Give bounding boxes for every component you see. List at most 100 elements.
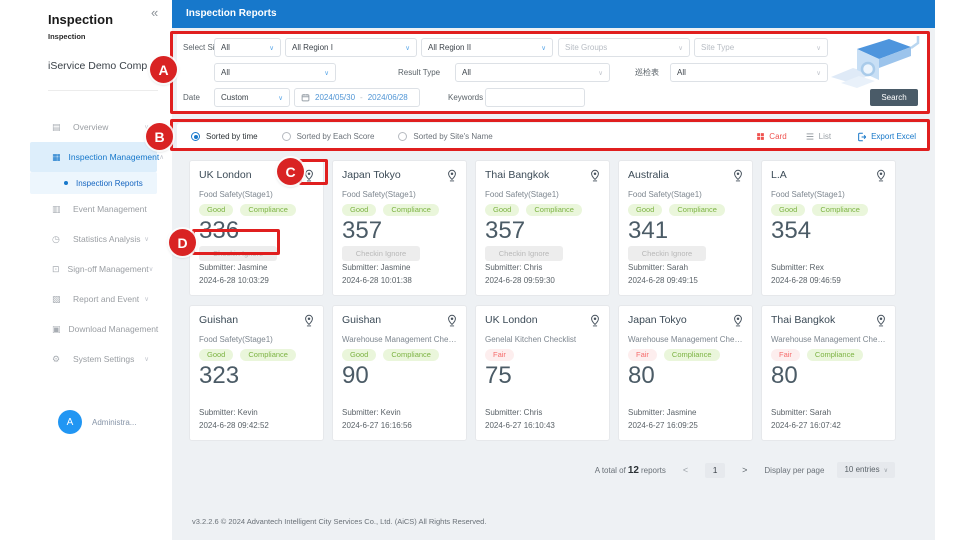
- annotation-circle-b: B: [146, 123, 173, 150]
- sidebar-item-report-and-event[interactable]: Report and Event: [30, 284, 157, 314]
- result-type-select[interactable]: All: [455, 63, 610, 82]
- user-account[interactable]: A Administra...: [58, 410, 136, 434]
- avatar[interactable]: A: [58, 410, 82, 434]
- location-pin-icon[interactable]: [874, 314, 886, 332]
- company-selector[interactable]: iService Demo Comp: [48, 60, 157, 72]
- card-badges: Good Compliance: [342, 204, 457, 216]
- sidebar-item-system-settings[interactable]: System Settings: [30, 344, 157, 374]
- collapse-sidebar-icon[interactable]: «: [151, 5, 158, 20]
- chevron-down-icon: [816, 44, 821, 52]
- list-view-label: List: [819, 132, 831, 141]
- download-management-icon: [52, 324, 61, 335]
- card-timestamp: 2024-6-27 16:07:42: [771, 419, 841, 432]
- location-pin-icon[interactable]: [445, 314, 457, 332]
- date-mode-select[interactable]: Custom: [214, 88, 290, 107]
- report-card[interactable]: L.A Food Safety(Stage1) Good Compliance …: [761, 160, 896, 296]
- total-prefix: A total of: [595, 466, 626, 475]
- region1-select[interactable]: All Region I: [285, 38, 417, 57]
- report-card[interactable]: Japan Tokyo Food Safety(Stage1) Good Com…: [332, 160, 467, 296]
- chevron-down-icon: [144, 295, 149, 303]
- page-number-button[interactable]: 1: [705, 463, 725, 478]
- location-pin-icon[interactable]: [588, 314, 600, 332]
- display-per-page-label: Display per page: [764, 466, 824, 475]
- site-groups-select[interactable]: Site Groups: [558, 38, 690, 57]
- score-result-badge: Good: [342, 204, 376, 216]
- checkin-ignore-button[interactable]: Checkin Ignore: [485, 246, 563, 261]
- sidebar-item-inspection-management[interactable]: Inspection Management: [30, 142, 157, 172]
- card-submitter: Submitter: Sarah: [771, 406, 841, 419]
- card-checklist-name: Food Safety(Stage1): [771, 190, 886, 199]
- report-card[interactable]: Thai Bangkok Food Safety(Stage1) Good Co…: [475, 160, 610, 296]
- per-page-select[interactable]: 10 entries: [837, 462, 895, 478]
- version-copyright: v3.2.2.6 © 2024 Advantech Intelligent Ci…: [192, 517, 486, 526]
- location-pin-icon[interactable]: [445, 169, 457, 187]
- report-card[interactable]: Thai Bangkok Warehouse Management Checkl…: [761, 305, 896, 441]
- calendar-icon: [301, 93, 310, 102]
- sidebar-item-label: Report and Event: [73, 294, 144, 304]
- overview-icon: [52, 122, 65, 133]
- sort-by-time-radio[interactable]: Sorted by time: [191, 132, 258, 141]
- location-pin-icon[interactable]: [588, 169, 600, 187]
- sidebar-subitem-label: Inspection Reports: [76, 179, 143, 188]
- card-score: 357: [485, 219, 600, 243]
- card-submitter: Submitter: Sarah: [628, 261, 698, 274]
- card-header: Japan Tokyo: [342, 169, 457, 187]
- sidebar-item-label: Overview: [73, 122, 144, 132]
- card-badges: Good Compliance: [771, 204, 886, 216]
- report-card[interactable]: UK London Food Safety(Stage1) Good Compl…: [189, 160, 324, 296]
- search-button[interactable]: Search: [870, 89, 918, 106]
- card-checklist-name: Warehouse Management Checkli...: [342, 335, 457, 344]
- checklist-select[interactable]: All: [670, 63, 828, 82]
- report-card-grid: UK London Food Safety(Stage1) Good Compl…: [189, 160, 904, 441]
- date-range-picker[interactable]: 2024/05/30 - 2024/06/28: [294, 88, 420, 107]
- keywords-label: Keywords: [448, 88, 483, 107]
- page-header: Inspection Reports: [172, 0, 935, 28]
- sidebar-item-overview[interactable]: Overview: [30, 112, 157, 142]
- chevron-down-icon: [884, 468, 888, 474]
- checkin-ignore-button[interactable]: Checkin Ignore: [199, 246, 277, 261]
- prev-page-button[interactable]: <: [679, 465, 692, 475]
- sidebar-item-statistics-analysis[interactable]: Statistics Analysis: [30, 224, 157, 254]
- chevron-down-icon: [144, 235, 149, 243]
- signoff-management-icon: [52, 264, 60, 275]
- export-excel-button[interactable]: Export Excel: [857, 132, 916, 142]
- report-card[interactable]: Japan Tokyo Warehouse Management Checkli…: [618, 305, 753, 441]
- report-card[interactable]: UK London Genelal Kitchen Checklist Fair…: [475, 305, 610, 441]
- annotation-circle-c: C: [277, 158, 304, 185]
- card-score: 323: [199, 364, 314, 388]
- region2-select[interactable]: All Region II: [421, 38, 553, 57]
- checkin-ignore-button[interactable]: Checkin Ignore: [342, 246, 420, 261]
- site-type-select[interactable]: Site Type: [694, 38, 828, 57]
- card-view-toggle[interactable]: Card: [756, 132, 786, 141]
- site-select[interactable]: All: [214, 38, 281, 57]
- sort-option-label: Sorted by Site's Name: [413, 132, 492, 141]
- sort-by-site-name-radio[interactable]: Sorted by Site's Name: [398, 132, 492, 141]
- compliance-badge: Compliance: [664, 349, 720, 361]
- list-view-toggle[interactable]: List: [805, 132, 831, 141]
- sidebar-item-inspection-reports[interactable]: Inspection Reports: [30, 172, 157, 194]
- card-meta: Submitter: Chris 2024-6-27 16:10:43: [485, 406, 555, 432]
- location-pin-icon[interactable]: [731, 314, 743, 332]
- card-meta: Submitter: Sarah 2024-6-27 16:07:42: [771, 406, 841, 432]
- sidebar-item-signoff-management[interactable]: Sign-off Management: [30, 254, 157, 284]
- card-header: Guishan: [199, 314, 314, 332]
- sidebar-item-download-management[interactable]: Download Management: [30, 314, 157, 344]
- camera-illustration: [827, 35, 922, 93]
- compliance-badge: Compliance: [812, 204, 868, 216]
- card-site-name: L.A: [771, 169, 874, 181]
- card-header: Japan Tokyo: [628, 314, 743, 332]
- sidebar-item-event-management[interactable]: Event Management: [30, 194, 157, 224]
- report-card[interactable]: Guishan Food Safety(Stage1) Good Complia…: [189, 305, 324, 441]
- report-card[interactable]: Guishan Warehouse Management Checkli... …: [332, 305, 467, 441]
- next-page-button[interactable]: >: [738, 465, 751, 475]
- location-pin-icon[interactable]: [731, 169, 743, 187]
- keywords-input[interactable]: [485, 88, 585, 107]
- location-pin-icon[interactable]: [874, 169, 886, 187]
- sort-by-score-radio[interactable]: Sorted by Each Score: [282, 132, 375, 141]
- report-card[interactable]: Australia Food Safety(Stage1) Good Compl…: [618, 160, 753, 296]
- compliance-badge: Compliance: [240, 349, 296, 361]
- card-meta: Submitter: Jasmine 2024-6-28 10:01:38: [342, 261, 412, 287]
- site-all-select[interactable]: All: [214, 63, 336, 82]
- location-pin-icon[interactable]: [302, 314, 314, 332]
- checkin-ignore-button[interactable]: Checkin Ignore: [628, 246, 706, 261]
